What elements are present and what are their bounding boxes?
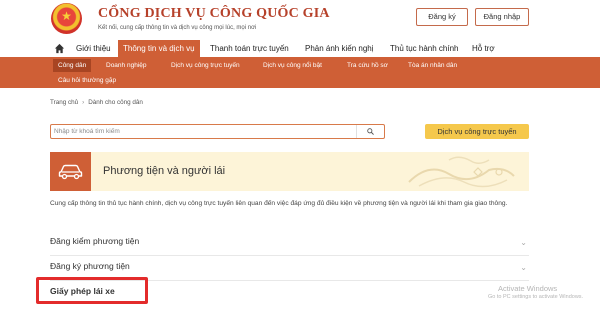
nav-item-thong-tin-dich-vu[interactable]: Thông tin và dịch vụ xyxy=(118,40,200,57)
breadcrumb-current: Dành cho công dân xyxy=(88,99,143,106)
page: CỔNG DỊCH VỤ CÔNG QUỐC GIA Kết nối, cung… xyxy=(0,0,600,315)
decorative-dragon-pattern xyxy=(408,156,515,188)
subnav-tra-cuu-ho-so[interactable]: Tra cứu hồ sơ xyxy=(342,59,393,72)
activate-windows-subtitle: Go to PC settings to activate Windows. xyxy=(488,294,584,300)
subnav-cau-hoi[interactable]: Câu hỏi thường gặp xyxy=(53,74,121,87)
header: CỔNG DỊCH VỤ CÔNG QUỐC GIA Kết nối, cung… xyxy=(0,0,600,40)
chevron-down-icon: ⌄ xyxy=(520,263,527,272)
online-service-button[interactable]: Dịch vụ công trực tuyến xyxy=(425,124,529,139)
topic-icon-box xyxy=(50,152,91,191)
search-box xyxy=(50,124,385,139)
login-button[interactable]: Đăng nhập xyxy=(475,8,529,26)
car-icon xyxy=(58,164,83,180)
subnav-cong-dan[interactable]: Công dân xyxy=(53,59,92,72)
site-subtitle: Kết nối, cung cấp thông tin và dịch vụ c… xyxy=(98,25,257,31)
search-button[interactable] xyxy=(356,125,384,138)
home-icon[interactable] xyxy=(54,43,65,54)
breadcrumb-home[interactable]: Trang chủ xyxy=(50,99,78,106)
breadcrumb: Trang chủ › Dành cho công dân xyxy=(50,99,143,106)
register-button[interactable]: Đăng ký xyxy=(416,8,468,26)
site-title[interactable]: CỔNG DỊCH VỤ CÔNG QUỐC GIA xyxy=(98,6,330,22)
accordion-label: Đăng ký phương tiện xyxy=(50,261,130,271)
topic-banner: Phương tiện và người lái xyxy=(50,152,529,191)
national-emblem-logo[interactable] xyxy=(51,3,82,34)
nav-item-thanh-toan[interactable]: Thanh toán trực tuyến xyxy=(205,40,294,57)
subnav-dvc-truc-tuyen[interactable]: Dịch vụ công trực tuyến xyxy=(166,59,245,72)
breadcrumb-separator: › xyxy=(82,99,85,106)
topic-description: Cung cấp thông tin thủ tục hành chính, d… xyxy=(50,200,508,207)
accordion-label: Đăng kiểm phương tiện xyxy=(50,236,140,246)
accordion-item-dang-kiem[interactable]: Đăng kiểm phương tiện ⌄ xyxy=(50,231,529,256)
topic-title: Phương tiện và người lái xyxy=(103,165,226,177)
nav-item-gioi-thieu[interactable]: Giới thiệu xyxy=(71,40,116,57)
search-input[interactable] xyxy=(54,126,354,137)
chevron-down-icon: ⌄ xyxy=(520,238,527,247)
subnav-doanh-nghiep[interactable]: Doanh nghiệp xyxy=(101,59,151,72)
highlight-annotation-box xyxy=(36,277,148,304)
subnav-dvc-noi-bat[interactable]: Dịch vụ công nổi bật xyxy=(258,59,327,72)
nav-item-ho-tro[interactable]: Hỗ trợ xyxy=(467,40,500,57)
subnav-toa-an[interactable]: Tòa án nhân dân xyxy=(403,59,462,72)
nav-item-thu-tuc[interactable]: Thủ tục hành chính xyxy=(385,40,464,57)
nav-item-phan-anh[interactable]: Phản ánh kiến nghị xyxy=(300,40,379,57)
sub-nav: Công dân Doanh nghiệp Dịch vụ công trực … xyxy=(0,57,600,88)
activate-windows-watermark: Activate Windows xyxy=(498,284,558,293)
main-nav: Giới thiệu Thông tin và dịch vụ Thanh to… xyxy=(0,40,600,57)
search-icon xyxy=(367,128,374,135)
